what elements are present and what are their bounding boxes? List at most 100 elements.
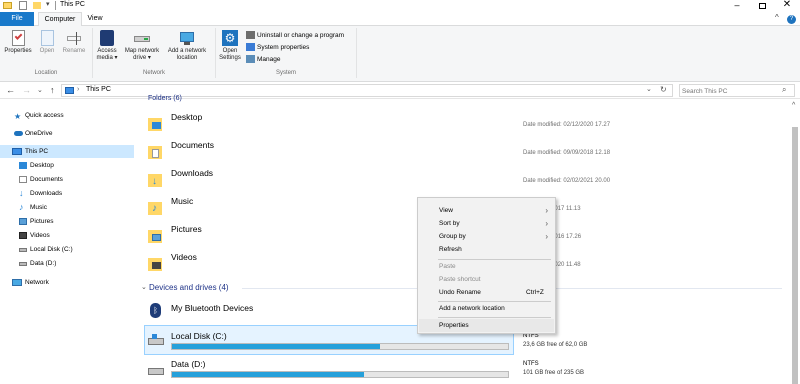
videos-folder-icon — [19, 232, 27, 239]
devices-expand-icon[interactable]: ⌄ — [141, 283, 147, 291]
maximize-button[interactable] — [755, 0, 769, 12]
menu-item-add-network-location[interactable]: Add a network location — [419, 302, 554, 315]
uninstall-icon — [246, 31, 255, 40]
map-network-drive-button[interactable]: Map network drive ▾ — [121, 30, 163, 61]
uninstall-program-button[interactable]: Uninstall or change a program — [246, 31, 344, 41]
music-folder-icon: ♪ — [19, 202, 24, 212]
add-network-location-button[interactable]: Add a network location — [164, 30, 210, 61]
address-pc-icon — [65, 87, 74, 94]
properties-qat-icon[interactable] — [19, 1, 27, 10]
nav-music-label: Music — [30, 204, 47, 211]
star-icon: ★ — [14, 112, 22, 121]
cloud-icon — [14, 131, 23, 136]
properties-button[interactable]: Properties — [3, 30, 33, 55]
tab-computer[interactable]: Computer — [38, 12, 82, 27]
nav-network-label: Network — [25, 279, 49, 286]
access-media-label-1: Access — [97, 48, 117, 54]
menu-item-paste[interactable]: Paste — [419, 260, 554, 273]
nav-desktop[interactable]: Desktop — [0, 159, 134, 172]
scroll-thumb[interactable] — [792, 127, 798, 384]
menu-item-sort-by[interactable]: Sort by › — [419, 217, 554, 230]
open-button[interactable]: Open — [37, 30, 57, 55]
folder-name: Music — [171, 196, 194, 206]
nav-onedrive[interactable]: OneDrive — [0, 127, 134, 140]
title-bar: ▾ This PC – ✕ — [0, 0, 800, 12]
search-input[interactable] — [682, 86, 777, 96]
help-icon[interactable]: ? — [787, 15, 796, 24]
close-button[interactable]: ✕ — [780, 0, 794, 11]
menu-group-label: Group by — [439, 233, 466, 240]
settings-gear-icon: ⚙ — [222, 30, 238, 46]
access-media-label-2: media ▾ — [96, 54, 118, 61]
folder-item-downloads[interactable]: ↓ Downloads Date modified: 02/02/2021 20… — [148, 168, 778, 196]
manage-button[interactable]: Manage — [246, 55, 281, 65]
vertical-scrollbar[interactable]: ^ — [790, 100, 800, 384]
devices-header[interactable]: Devices and drives (4) — [149, 283, 229, 292]
documents-folder-icon — [19, 176, 27, 183]
folders-header[interactable]: Folders (6) — [148, 95, 182, 102]
open-label: Open — [39, 48, 55, 54]
menu-undo-shortcut: Ctrl+Z — [526, 289, 544, 296]
nav-local-disk-c[interactable]: Local Disk (C:) — [0, 243, 134, 256]
address-dropdown-icon[interactable]: ⌄ — [646, 85, 652, 93]
breadcrumb-this-pc[interactable]: This PC — [86, 86, 111, 93]
menu-view-label: View — [439, 207, 453, 214]
menu-item-view[interactable]: View › — [419, 204, 554, 217]
music-folder-icon: ♪ — [148, 202, 162, 215]
recent-dropdown-icon[interactable]: ⌄ — [37, 86, 43, 94]
nav-quick-access[interactable]: ★ Quick access — [0, 109, 134, 122]
videos-folder-icon — [148, 258, 162, 271]
nav-pictures-label: Pictures — [30, 218, 54, 225]
nav-music[interactable]: ♪ Music — [0, 201, 134, 214]
folder-item-desktop[interactable]: Desktop Date modified: 02/12/2020 17.27 — [148, 112, 778, 140]
data-drive-name[interactable]: Data (D:) — [171, 359, 205, 369]
folder-item-documents[interactable]: Documents Date modified: 09/09/2018 12.1… — [148, 140, 778, 168]
nav-onedrive-label: OneDrive — [25, 130, 53, 137]
network-drive-icon — [134, 30, 150, 46]
search-icon[interactable]: ⌕ — [782, 85, 786, 95]
desktop-folder-icon — [19, 162, 27, 169]
manage-label: Manage — [257, 56, 281, 63]
nav-videos-label: Videos — [30, 232, 50, 239]
address-bar-row: ← → ⌄ ↑ › This PC ⌄ ↻ ⌕ — [0, 82, 800, 99]
collapse-ribbon-icon[interactable]: ^ — [775, 13, 779, 22]
system-properties-button[interactable]: System properties — [246, 43, 309, 53]
up-arrow-icon[interactable]: ↑ — [50, 85, 55, 95]
nav-documents[interactable]: Documents — [0, 173, 134, 186]
submenu-arrow-icon: › — [545, 232, 548, 241]
nav-data-d[interactable]: Data (D:) — [0, 257, 134, 270]
network-location-icon — [179, 30, 195, 46]
open-settings-button[interactable]: ⚙ Open Settings — [218, 30, 242, 61]
pictures-folder-icon — [19, 218, 27, 225]
map-drive-label-2: drive ▾ — [133, 54, 151, 61]
menu-item-refresh[interactable]: Refresh — [419, 243, 554, 256]
system-group-label: System — [275, 70, 296, 76]
folder-name: Desktop — [171, 112, 203, 122]
qat-dropdown-icon[interactable]: ▾ — [46, 0, 50, 8]
minimize-button[interactable]: – — [730, 0, 744, 12]
access-media-button[interactable]: Access media ▾ — [95, 30, 119, 61]
menu-item-undo-rename[interactable]: Undo Rename Ctrl+Z — [419, 286, 554, 299]
tab-view[interactable]: View — [84, 12, 106, 26]
nav-network[interactable]: Network — [0, 276, 134, 289]
refresh-icon[interactable]: ↻ — [660, 85, 667, 94]
search-field[interactable]: ⌕ — [679, 84, 795, 97]
nav-videos[interactable]: Videos — [0, 229, 134, 242]
rename-button[interactable]: Rename — [60, 30, 88, 55]
scroll-up-icon[interactable]: ^ — [792, 102, 795, 109]
nav-pictures[interactable]: Pictures — [0, 215, 134, 228]
menu-item-properties[interactable]: Properties — [419, 319, 554, 332]
menu-item-paste-shortcut[interactable]: Paste shortcut — [419, 273, 554, 286]
new-folder-qat-icon[interactable] — [33, 2, 41, 9]
local-disk-usage-fill — [172, 344, 381, 349]
data-drive-usage-bar — [171, 371, 509, 378]
data-drive-free: 101 GB free of 235 GB — [523, 370, 585, 376]
back-arrow-icon[interactable]: ← — [6, 85, 15, 95]
app-icon — [3, 2, 12, 9]
map-drive-label-1: Map network — [124, 48, 160, 54]
menu-item-group-by[interactable]: Group by › — [419, 230, 554, 243]
tab-file[interactable]: File — [0, 12, 34, 26]
forward-arrow-icon[interactable]: → — [22, 85, 31, 95]
nav-this-pc[interactable]: This PC — [0, 145, 134, 158]
nav-downloads[interactable]: ↓ Downloads — [0, 187, 134, 200]
